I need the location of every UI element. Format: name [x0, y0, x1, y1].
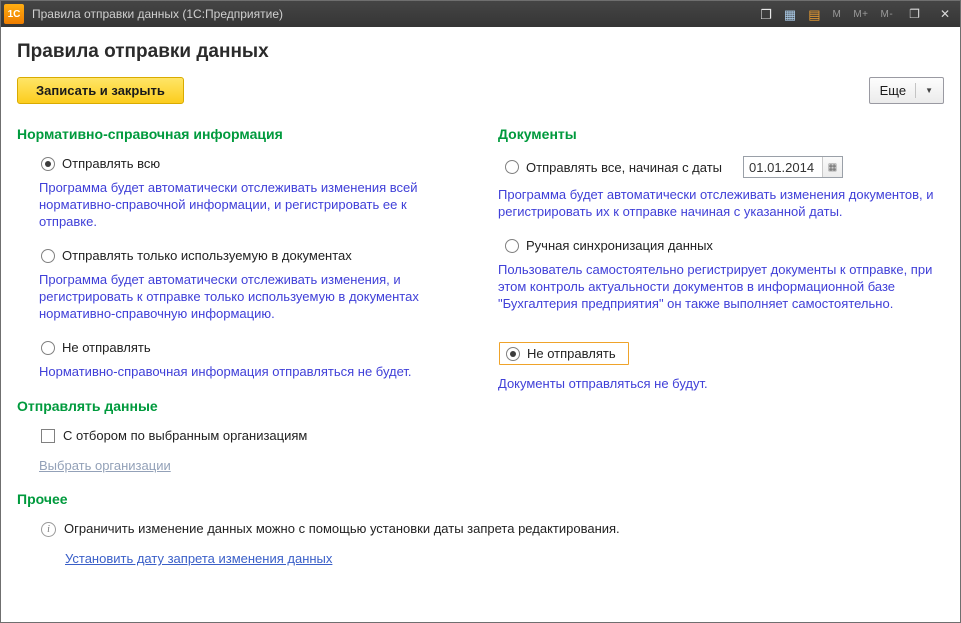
close-button[interactable]: ✕ [936, 5, 954, 23]
send-data-heading: Отправлять данные [17, 398, 482, 414]
radio-option-send-all-nsi[interactable]: Отправлять всю [41, 156, 482, 171]
titlebar-icons: ❐ ▦ ▤ М М+ М- ❐ ✕ [760, 5, 954, 23]
start-date-input[interactable] [744, 160, 822, 175]
calculator-icon[interactable]: ▦ [784, 8, 796, 21]
button-separator [915, 83, 916, 98]
toolbar: Записать и закрыть Еще ▼ [17, 77, 944, 104]
window-title: Правила отправки данных (1С:Предприятие) [32, 7, 760, 21]
chevron-down-icon: ▼ [925, 86, 933, 95]
memory-m-plus-button[interactable]: М+ [853, 9, 868, 20]
radio-checked-icon[interactable] [506, 347, 520, 361]
checkbox-unchecked-icon[interactable] [41, 429, 55, 443]
radio-label: Отправлять только используемую в докумен… [62, 248, 352, 263]
radio-unchecked-icon[interactable] [505, 239, 519, 253]
checkbox-label: С отбором по выбранным организациям [63, 428, 307, 443]
page-title: Правила отправки данных [17, 41, 944, 63]
form-content: Правила отправки данных Записать и закры… [1, 27, 960, 622]
radio-label: Ручная синхронизация данных [526, 238, 713, 253]
memory-m-button[interactable]: М [832, 9, 841, 20]
set-edit-ban-date-link[interactable]: Установить дату запрета изменения данных [65, 551, 332, 566]
main-window-icon[interactable]: ❐ [760, 8, 772, 21]
radio-option-dont-send-nsi[interactable]: Не отправлять [41, 340, 482, 355]
radio-unchecked-icon[interactable] [41, 249, 55, 263]
app-window: 1С Правила отправки данных (1С:Предприят… [0, 0, 961, 623]
radio-label: Не отправлять [527, 346, 616, 361]
radio-option-dont-send-docs[interactable]: Не отправлять [499, 342, 629, 365]
more-button[interactable]: Еще ▼ [869, 77, 944, 104]
info-icon: i [41, 522, 56, 537]
other-section: Прочее i Ограничить изменение данных мож… [17, 491, 944, 568]
radio-unchecked-icon[interactable] [505, 160, 519, 174]
documents-heading: Документы [498, 126, 944, 142]
option-description: Документы отправляться не будут. [498, 375, 936, 392]
documents-column: Документы Отправлять все, начиная с даты… [498, 114, 944, 479]
option-description: Программа будет автоматически отслеживат… [498, 186, 936, 220]
select-organizations-link[interactable]: Выбрать организации [39, 458, 171, 473]
radio-option-send-docs-from-date[interactable]: Отправлять все, начиная с даты ▦ [505, 156, 944, 178]
radio-label: Отправлять всю [62, 156, 160, 171]
nsi-heading: Нормативно-справочная информация [17, 126, 482, 142]
save-close-button[interactable]: Записать и закрыть [17, 77, 184, 104]
1c-logo-icon: 1С [4, 4, 24, 24]
other-heading: Прочее [17, 491, 944, 507]
info-text: Ограничить изменение данных можно с помо… [64, 521, 620, 536]
radio-option-send-used-nsi[interactable]: Отправлять только используемую в докумен… [41, 248, 482, 263]
radio-label: Отправлять все, начиная с даты [526, 160, 722, 175]
info-row: i Ограничить изменение данных можно с по… [41, 521, 944, 537]
option-description: Пользователь самостоятельно регистрирует… [498, 261, 936, 312]
radio-option-manual-sync[interactable]: Ручная синхронизация данных [505, 238, 944, 253]
date-field-group: ▦ [743, 156, 843, 178]
option-description: Программа будет автоматически отслеживат… [39, 271, 463, 322]
option-description: Нормативно-справочная информация отправл… [39, 363, 463, 380]
radio-label: Не отправлять [62, 340, 151, 355]
maximize-button[interactable]: ❐ [905, 5, 924, 23]
org-filter-checkbox-row[interactable]: С отбором по выбранным организациям [41, 428, 482, 443]
radio-checked-icon[interactable] [41, 157, 55, 171]
nsi-column: Нормативно-справочная информация Отправл… [17, 114, 482, 479]
calendar-icon[interactable]: ▤ [808, 8, 820, 21]
titlebar: 1С Правила отправки данных (1С:Предприят… [1, 1, 960, 27]
radio-unchecked-icon[interactable] [41, 341, 55, 355]
memory-m-minus-button[interactable]: М- [881, 9, 894, 20]
calendar-picker-button[interactable]: ▦ [822, 157, 842, 177]
more-button-label: Еще [880, 83, 906, 98]
option-description: Программа будет автоматически отслеживат… [39, 179, 463, 230]
